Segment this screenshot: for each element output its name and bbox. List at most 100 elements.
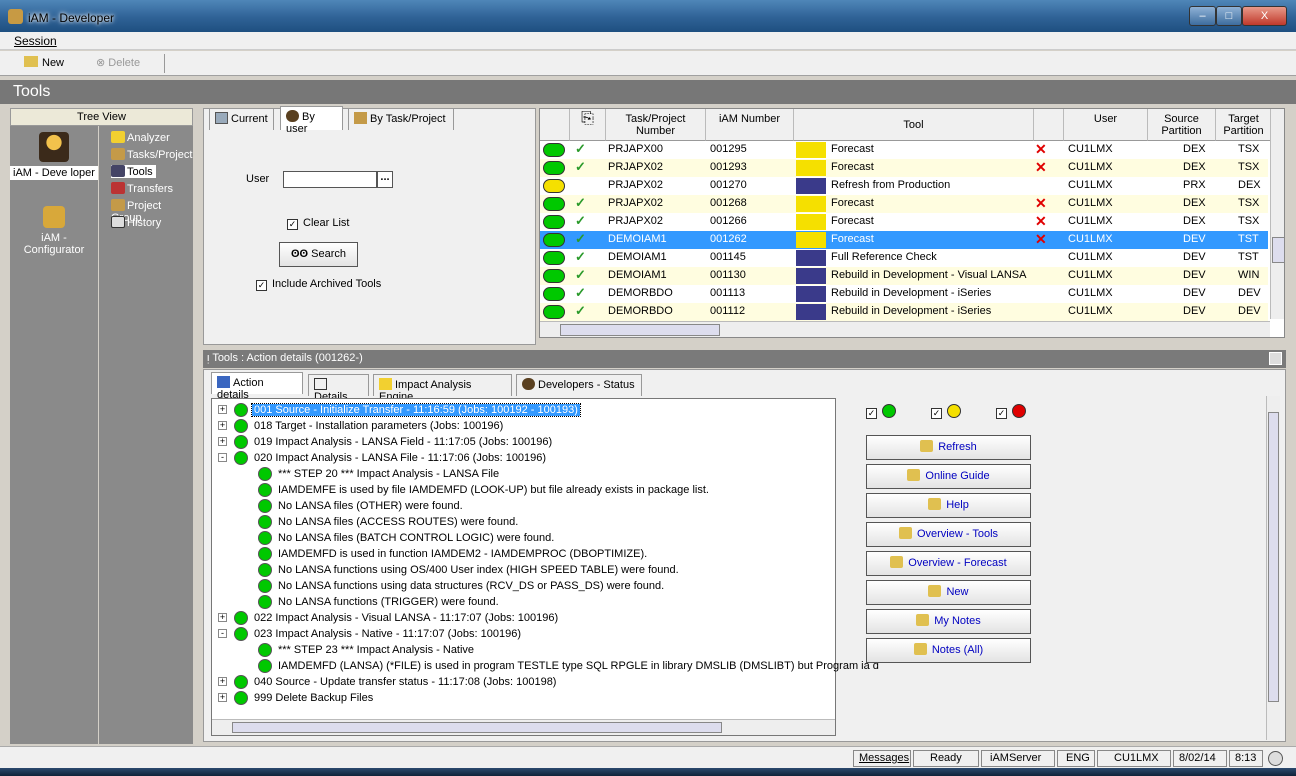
task-number: DEMORBDO [608,305,673,317]
app-developer[interactable]: iAM - Deve loper [10,132,98,180]
grid-vscrollbar[interactable] [1270,109,1284,319]
tab-action-details[interactable]: Action details [211,372,303,401]
refresh-button[interactable]: Refresh [866,435,1031,460]
tree-item-analyzer[interactable]: Analyzer [111,131,170,144]
table-row[interactable]: ✓ PRJAPX00 001295 Forecast ✕ CU1LMX DEX TSX [540,141,1268,159]
user-input[interactable] [283,171,377,188]
filter-yellow[interactable]: ✓ [931,404,961,419]
expand-icon[interactable]: + [218,421,227,430]
tasks-icon [111,148,125,160]
binoculars-icon: ʘʘ [290,248,312,260]
tab-developers-status[interactable]: Developers - Status [516,374,642,396]
expand-icon[interactable]: + [218,613,227,622]
col-status[interactable] [540,109,570,141]
my-notes-button[interactable]: My Notes [866,609,1031,634]
expand-icon[interactable]: + [218,693,227,702]
col-task[interactable]: Task/Project Number [606,109,706,141]
new-button[interactable]: New [24,56,64,69]
tab-impact-analysis[interactable]: Impact Analysis Engine [373,374,512,403]
status-light-icon [258,595,272,609]
delete-label: Delete [108,57,141,69]
col-target[interactable]: Target Partition [1216,109,1272,141]
tree-item-transfers[interactable]: Transfers [111,182,173,195]
minimize-button[interactable]: – [1189,6,1216,26]
check-icon: ✓ [575,141,586,156]
tool-icon [796,286,826,302]
filter-panel [203,108,536,345]
collapse-icon[interactable]: - [218,629,227,638]
table-row[interactable]: ✓ DEMORBDO 001113 Rebuild in Development - … [540,285,1268,303]
table-row[interactable]: PRJAPX02 001270 Refresh from Production CU1… [540,177,1268,195]
col-tool[interactable]: Tool [794,109,1034,141]
detail-title: Tools : Action details (001262-) [212,352,363,364]
detail-vscroll-thumb[interactable] [1268,412,1279,702]
status-light-icon [258,547,272,561]
action-tree: +001 Source - Initialize Transfer - 11:1… [211,398,879,736]
tab-details[interactable]: Details [308,374,369,403]
include-archived-checkbox[interactable]: ✓ Include Archived Tools [256,278,381,291]
close-button[interactable]: X [1242,6,1287,26]
grid-vscroll-thumb[interactable] [1272,237,1284,263]
filter-green[interactable]: ✓ [866,404,896,419]
search-button[interactable]: ʘʘ Search [279,242,358,267]
target-partition: TSX [1238,215,1260,227]
clear-list-checkbox[interactable]: ✓ Clear List [287,217,349,230]
tab-current[interactable]: Current [209,108,274,130]
expand-icon[interactable]: + [218,437,227,446]
tree-hscrollbar[interactable] [212,719,835,735]
tree-node-text: 019 Impact Analysis - LANSA Field - 11:1… [254,436,553,448]
table-row[interactable]: ✓ PRJAPX02 001268 Forecast ✕ CU1LMX DEX TSX [540,195,1268,213]
detail-vscrollbar[interactable] [1266,396,1280,740]
delete-button[interactable]: ⊗ Delete [96,56,140,69]
tree-hscroll-thumb[interactable] [232,722,722,733]
table-row[interactable]: ✓ PRJAPX02 001266 Forecast ✕ CU1LMX DEX TSX [540,213,1268,231]
messages-panel[interactable]: Messages [853,750,911,767]
col-user[interactable]: User [1064,109,1148,141]
action-icon [217,376,230,388]
task-number: PRJAPX02 [608,179,664,191]
target-partition: TST [1238,251,1259,263]
button-icon [907,469,921,481]
status-light-icon [258,531,272,545]
user-panel: CU1LMX [1097,750,1171,767]
notes-all-button[interactable]: Notes (All) [866,638,1031,663]
maximize-button[interactable]: □ [1216,6,1242,26]
table-row[interactable]: ✓ DEMOIAM1 001130 Rebuild in Development - … [540,267,1268,285]
grid-hscrollbar[interactable] [540,321,1270,337]
menu-session[interactable]: Session [14,34,57,48]
configurator-icon [43,206,65,228]
table-row[interactable]: ✓ PRJAPX02 001293 Forecast ✕ CU1LMX DEX TSX [540,159,1268,177]
tree-node-text: 020 Impact Analysis - LANSA File - 11:17… [254,452,547,464]
checkbox-icon: ✓ [256,280,267,291]
app-configurator[interactable]: iAM - Configurator [10,206,98,256]
grid-hscroll-thumb[interactable] [560,324,720,336]
tree-node-text: 040 Source - Update transfer status - 11… [254,676,557,688]
table-row[interactable]: ✓ DEMORBDO 001112 Rebuild in Development - … [540,303,1268,321]
filter-red[interactable]: ✓ [996,404,1026,419]
col-iam[interactable]: iAM Number [706,109,794,141]
button-label: Refresh [938,441,977,453]
col-copy-icon[interactable]: ⎘ [570,109,606,141]
check-icon: ✓ [575,231,586,246]
overview-forecast-button[interactable]: Overview - Forecast [866,551,1031,576]
tab-by-user[interactable]: By user [280,106,343,135]
tree-item-history[interactable]: History [111,216,161,229]
table-row[interactable]: ✓ DEMOIAM1 001145 Full Reference Check CU1LM… [540,249,1268,267]
overview-tools-button[interactable]: Overview - Tools [866,522,1031,547]
tab-by-task[interactable]: By Task/Project [348,108,454,130]
help-button[interactable]: Help [866,493,1031,518]
collapse-icon[interactable]: - [218,453,227,462]
expand-icon[interactable]: + [218,405,227,414]
maximize-detail-button[interactable] [1269,352,1282,365]
search-label: Search [311,248,347,260]
new-button[interactable]: New [866,580,1031,605]
expand-icon[interactable]: + [218,677,227,686]
tree-item-tools[interactable]: Tools [111,165,156,178]
tree-item-tasks[interactable]: Tasks/Project [111,148,192,161]
col-source[interactable]: Source Partition [1148,109,1216,141]
app-switcher: iAM - Deve loper iAM - Configurator [10,126,98,744]
online-guide-button[interactable]: Online Guide [866,464,1031,489]
table-row[interactable]: ✓ DEMOIAM1 001262 Forecast ✕ CU1LMX DEV TST [540,231,1268,249]
col-flag-icon[interactable] [1034,109,1064,141]
user-lookup-button[interactable]: ... [377,171,393,188]
